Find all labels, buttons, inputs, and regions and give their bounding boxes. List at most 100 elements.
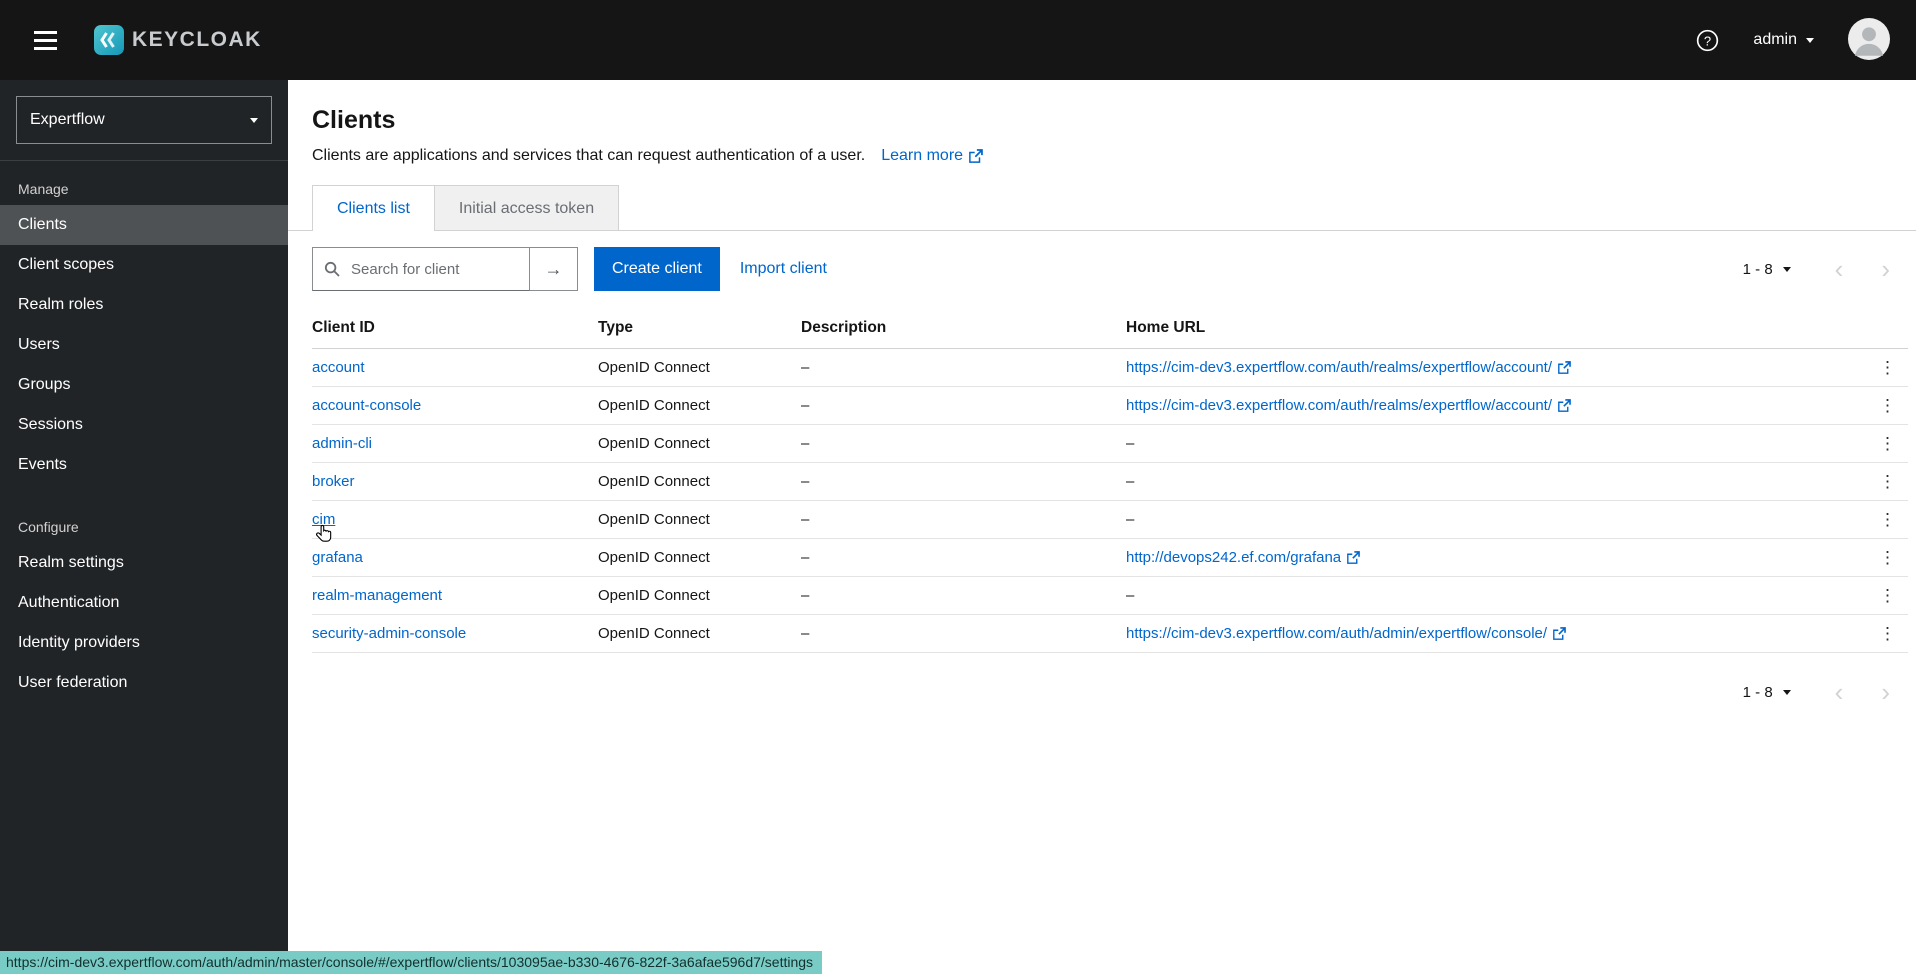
sidebar-item-realm-roles[interactable]: Realm roles: [0, 285, 288, 325]
chevron-down-icon: [250, 118, 258, 123]
external-link-icon: [1347, 551, 1360, 564]
client-type: OpenID Connect: [598, 625, 801, 642]
client-id-link[interactable]: admin-cli: [312, 435, 372, 452]
sidebar-item-identity-providers[interactable]: Identity providers: [0, 623, 288, 663]
avatar[interactable]: [1848, 18, 1890, 63]
client-type: OpenID Connect: [598, 359, 801, 376]
clients-table: Client ID Type Description Home URL acco…: [312, 307, 1908, 653]
client-description: –: [801, 435, 1126, 452]
client-description: –: [801, 587, 1126, 604]
realm-name: Expertflow: [30, 111, 105, 129]
pagination-range: 1 - 8: [1743, 261, 1773, 278]
tab-bar: Clients list Initial access token: [288, 185, 1916, 231]
help-button[interactable]: ?: [1696, 29, 1719, 52]
learn-more-link[interactable]: Learn more: [881, 147, 983, 165]
brand-wordmark: KEYCLOAK: [132, 28, 262, 52]
pagination-next-button[interactable]: ›: [1871, 679, 1900, 705]
client-description: –: [801, 359, 1126, 376]
kebab-menu-button[interactable]: ⋮: [1867, 355, 1908, 380]
external-link-icon: [969, 149, 983, 163]
sidebar-item-user-federation[interactable]: User federation: [0, 663, 288, 703]
pagination-range: 1 - 8: [1743, 684, 1773, 701]
table-row: admin-cli OpenID Connect – – ⋮: [312, 425, 1908, 463]
sidebar-item-users[interactable]: Users: [0, 325, 288, 365]
home-url-link[interactable]: https://cim-dev3.expertflow.com/auth/rea…: [1126, 397, 1571, 414]
client-home-url: –: [1126, 587, 1860, 604]
tab-clients-list[interactable]: Clients list: [312, 185, 435, 231]
column-header-type: Type: [598, 319, 801, 337]
table-row: grafana OpenID Connect – http://devops24…: [312, 539, 1908, 577]
sidebar-item-authentication[interactable]: Authentication: [0, 583, 288, 623]
search-submit-button[interactable]: →: [530, 247, 578, 291]
kebab-menu-button[interactable]: ⋮: [1867, 469, 1908, 494]
client-description: –: [801, 625, 1126, 642]
client-type: OpenID Connect: [598, 511, 801, 528]
client-description: –: [801, 397, 1126, 414]
avatar-icon: [1848, 18, 1890, 60]
sidebar: Expertflow Manage Clients Client scopes …: [0, 80, 288, 974]
client-id-link[interactable]: grafana: [312, 549, 363, 566]
column-header-home-url: Home URL: [1126, 319, 1860, 337]
external-link-icon: [1558, 399, 1571, 412]
pagination-prev-button[interactable]: ‹: [1825, 256, 1854, 282]
client-id-link[interactable]: account-console: [312, 397, 421, 414]
table-row: account-console OpenID Connect – https:/…: [312, 387, 1908, 425]
client-id-link[interactable]: cim: [312, 511, 335, 528]
client-id-link[interactable]: realm-management: [312, 587, 442, 604]
kebab-menu-button[interactable]: ⋮: [1867, 507, 1908, 532]
link-preview-statusbar: https://cim-dev3.expertflow.com/auth/adm…: [0, 951, 822, 974]
username-label: admin: [1753, 31, 1797, 49]
masthead: KEYCLOAK ? admin: [0, 0, 1916, 80]
pagination-range-toggle[interactable]: 1 - 8: [1737, 684, 1797, 701]
table-row: realm-management OpenID Connect – – ⋮: [312, 577, 1908, 615]
main-content: Clients Clients are applications and ser…: [288, 80, 1916, 974]
sidebar-item-events[interactable]: Events: [0, 445, 288, 485]
external-link-icon: [1553, 627, 1566, 640]
client-id-link[interactable]: security-admin-console: [312, 625, 466, 642]
nav-section-configure: Configure: [0, 499, 288, 543]
hamburger-menu-icon[interactable]: [26, 23, 65, 58]
question-circle-icon: ?: [1696, 29, 1719, 52]
kebab-menu-button[interactable]: ⋮: [1867, 545, 1908, 570]
chevron-down-icon: [1783, 267, 1791, 272]
sidebar-item-sessions[interactable]: Sessions: [0, 405, 288, 445]
home-url-link[interactable]: http://devops242.ef.com/grafana: [1126, 549, 1360, 566]
table-row: broker OpenID Connect – – ⋮: [312, 463, 1908, 501]
pagination-next-button[interactable]: ›: [1871, 256, 1900, 282]
table-row: security-admin-console OpenID Connect – …: [312, 615, 1908, 653]
table-row: account OpenID Connect – https://cim-dev…: [312, 349, 1908, 387]
nav-section-manage: Manage: [0, 161, 288, 205]
sidebar-item-client-scopes[interactable]: Client scopes: [0, 245, 288, 285]
kebab-menu-button[interactable]: ⋮: [1867, 621, 1908, 646]
home-url-link[interactable]: https://cim-dev3.expertflow.com/auth/adm…: [1126, 625, 1566, 642]
sidebar-item-clients[interactable]: Clients: [0, 205, 288, 245]
external-link-icon: [1558, 361, 1571, 374]
client-description: –: [801, 511, 1126, 528]
sidebar-item-realm-settings[interactable]: Realm settings: [0, 543, 288, 583]
page-description: Clients are applications and services th…: [312, 147, 865, 165]
pagination-prev-button[interactable]: ‹: [1825, 679, 1854, 705]
home-url-link[interactable]: https://cim-dev3.expertflow.com/auth/rea…: [1126, 359, 1571, 376]
realm-selector[interactable]: Expertflow: [16, 96, 272, 144]
create-client-button[interactable]: Create client: [594, 247, 720, 291]
client-type: OpenID Connect: [598, 473, 801, 490]
kebab-menu-button[interactable]: ⋮: [1867, 393, 1908, 418]
import-client-link[interactable]: Import client: [736, 260, 831, 278]
client-type: OpenID Connect: [598, 587, 801, 604]
table-toolbar: → Create client Import client 1 - 8 ‹ ›: [288, 231, 1916, 307]
client-id-link[interactable]: account: [312, 359, 365, 376]
sidebar-item-groups[interactable]: Groups: [0, 365, 288, 405]
pagination-range-toggle[interactable]: 1 - 8: [1737, 261, 1797, 278]
search-input[interactable]: [312, 247, 530, 291]
client-description: –: [801, 549, 1126, 566]
user-menu[interactable]: admin: [1747, 30, 1820, 50]
client-type: OpenID Connect: [598, 549, 801, 566]
client-type: OpenID Connect: [598, 397, 801, 414]
tab-initial-access-token[interactable]: Initial access token: [435, 185, 619, 231]
client-description: –: [801, 473, 1126, 490]
client-type: OpenID Connect: [598, 435, 801, 452]
client-id-link[interactable]: broker: [312, 473, 355, 490]
kebab-menu-button[interactable]: ⋮: [1867, 431, 1908, 456]
kebab-menu-button[interactable]: ⋮: [1867, 583, 1908, 608]
keycloak-logo-icon: [93, 24, 125, 56]
